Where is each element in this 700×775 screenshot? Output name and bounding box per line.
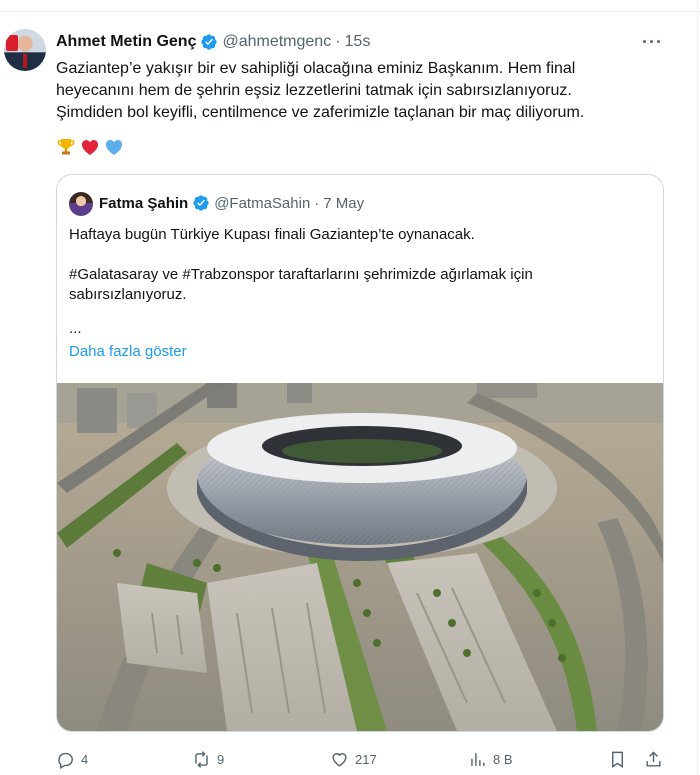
repost-button[interactable]: 9 (192, 747, 224, 771)
quoted-paragraph-line: #Galatasaray ve #Trabzonspor taraftarlar… (69, 266, 533, 283)
verified-badge-icon[interactable] (200, 33, 218, 51)
tweet-actions: 4 9 217 8 B (56, 747, 676, 771)
emoji-row (56, 137, 124, 157)
verified-badge-icon[interactable] (192, 194, 210, 212)
author-name[interactable]: Ahmet Metin Genç (56, 33, 196, 51)
tweet-timestamp[interactable]: 15s (345, 33, 371, 51)
analytics-icon (471, 752, 485, 766)
more-options-icon[interactable]: ··· (642, 32, 663, 53)
stadium-photo[interactable] (57, 383, 663, 731)
reply-count: 4 (81, 751, 89, 767)
quoted-timestamp[interactable]: 7 May (323, 195, 364, 212)
views-button[interactable]: 8 B (468, 747, 513, 771)
tie-decoration (23, 54, 27, 68)
quoted-tweet-text: Haftaya bugün Türkiye Kupası finali Gazi… (69, 225, 649, 305)
repost-count: 9 (217, 751, 225, 767)
stadium-aerial-image (57, 383, 663, 731)
quoted-tweet[interactable]: Fatma Şahin @FatmaSahin · 7 May Haftaya … (56, 174, 664, 732)
quoted-author-name[interactable]: Fatma Şahin (99, 195, 188, 212)
reply-icon (58, 752, 73, 769)
separator-dot: · (335, 33, 341, 50)
quoted-ellipsis: ... (69, 320, 82, 337)
quoted-paragraph: Haftaya bugün Türkiye Kupası finali Gazi… (69, 226, 475, 243)
separator-dot: · (314, 194, 320, 212)
quoted-author-avatar[interactable] (69, 192, 93, 216)
bookmark-button[interactable] (608, 747, 633, 771)
tweet-text-line: Gaziantep’e yakışır bir ev sahipliği ola… (56, 60, 576, 77)
bookmark-icon (612, 751, 623, 768)
quoted-author-handle[interactable]: @FatmaSahin (214, 195, 310, 212)
share-icon (646, 750, 661, 767)
reply-button[interactable]: 4 (56, 747, 88, 771)
tweet-header: Ahmet Metin Genç @ahmetmgenc · 15s (56, 32, 370, 52)
quoted-paragraph-line: sabırsızlanıyoruz. (69, 286, 187, 303)
share-button[interactable] (644, 747, 669, 771)
like-button[interactable]: 217 (330, 747, 377, 771)
like-count: 217 (355, 751, 377, 767)
tweet-text: Gaziantep’e yakışır bir ev sahipliği ola… (56, 58, 676, 124)
top-divider (0, 0, 700, 12)
tweet[interactable]: Ahmet Metin Genç @ahmetmgenc · 15s ··· G… (0, 12, 698, 775)
trophy-icon (57, 139, 75, 155)
quoted-tweet-header: Fatma Şahin @FatmaSahin · 7 May (99, 193, 364, 213)
flag-decoration (6, 35, 18, 51)
repost-icon (195, 750, 208, 768)
author-avatar[interactable] (4, 29, 46, 71)
view-count: 8 B (493, 751, 513, 767)
show-more-link[interactable]: Daha fazla göster (69, 343, 187, 360)
red-heart-icon (81, 140, 99, 155)
author-handle[interactable]: @ahmetmgenc (222, 33, 331, 51)
tweet-text-line: heyecanını hem de şehrin eşsiz lezzetler… (56, 82, 572, 99)
tweet-text-line: Şimdiden bol keyifli, centilmence ve zaf… (56, 104, 585, 121)
heart-icon (332, 752, 347, 767)
blue-heart-icon (105, 140, 123, 155)
